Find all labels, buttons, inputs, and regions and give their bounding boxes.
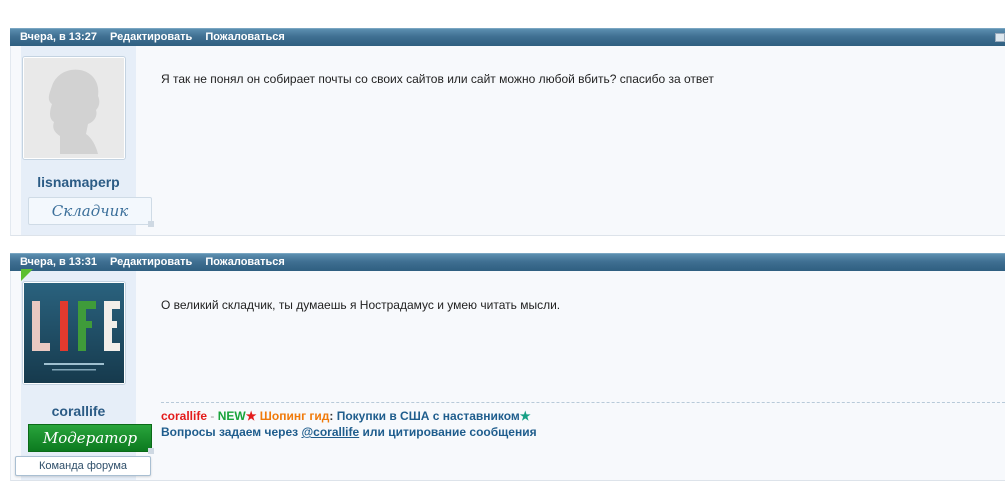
signature-name[interactable]: corallife (161, 409, 207, 423)
user-profile: corallife Модератор Команда форума (15, 269, 154, 480)
signature-shop[interactable]: Шопинг гид (256, 409, 330, 423)
username[interactable]: lisnamaperp (21, 174, 136, 190)
report-link[interactable]: Пожаловаться (205, 31, 285, 43)
signature-dash: - (207, 409, 218, 423)
life-avatar-image (24, 283, 124, 383)
star-icon: ★ (245, 409, 257, 423)
star-icon: ★ (519, 409, 531, 423)
signature-new: NEW (217, 409, 246, 423)
edit-link[interactable]: Редактировать (110, 31, 192, 43)
post-header: Вчера, в 13:31 Редактировать Пожаловатьс… (10, 253, 1005, 271)
signature-line-1: corallife - NEW★ Шопинг гид: Покупки в С… (161, 408, 537, 424)
post-message: Я так не понял он собирает почты со свои… (161, 72, 714, 86)
signature-buy-link[interactable]: Покупки в США с наставником (333, 409, 520, 423)
post-header: Вчера, в 13:27 Редактировать Пожаловатьс… (10, 28, 1005, 46)
avatar[interactable] (22, 56, 126, 160)
signature-text: или цитирование сообщения (359, 425, 537, 439)
signature: corallife - NEW★ Шопинг гид: Покупки в С… (161, 408, 537, 440)
post-body: lisnamaperp Складчик Я так не понял он с… (10, 46, 1005, 236)
mention-link[interactable]: @corallife (301, 425, 359, 439)
edit-link[interactable]: Редактировать (110, 256, 192, 268)
post-body: corallife Модератор Команда форума О вел… (10, 269, 1005, 481)
signature-line-2: Вопросы задаем через @corallife или цити… (161, 424, 537, 440)
post-message: О великий складчик, ты думаешь я Нострад… (161, 298, 561, 312)
user-profile: lisnamaperp Складчик (21, 46, 154, 235)
report-link[interactable]: Пожаловаться (205, 256, 285, 268)
person-silhouette-icon (24, 58, 124, 158)
avatar[interactable] (22, 281, 126, 385)
post: Вчера, в 13:31 Редактировать Пожаловатьс… (10, 253, 1005, 481)
signature-separator (161, 402, 1005, 403)
signature-text: Вопросы задаем через (161, 425, 302, 439)
post: Вчера, в 13:27 Редактировать Пожаловатьс… (10, 28, 1005, 236)
user-rank: Модератор (28, 424, 154, 454)
user-rank: Складчик (28, 197, 154, 227)
team-badge[interactable]: Команда форума (15, 456, 151, 476)
username[interactable]: corallife (21, 403, 136, 419)
post-date[interactable]: Вчера, в 13:27 (20, 31, 97, 43)
post-date[interactable]: Вчера, в 13:31 (20, 256, 97, 268)
square-icon[interactable] (995, 33, 1005, 42)
online-indicator-icon (21, 269, 33, 281)
